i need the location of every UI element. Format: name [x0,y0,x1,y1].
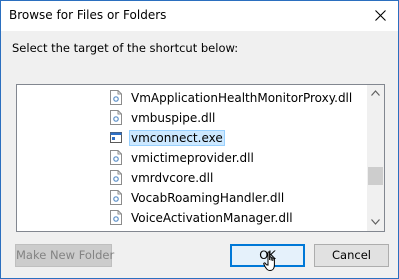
tree-item-label: VmApplicationHealthMonitorProxy.dll [131,90,353,105]
hand-cursor-icon [263,251,275,272]
tree-item[interactable]: VocabRoamingHandler.dll [110,188,286,207]
dialog-title: Browse for Files or Folders [9,8,167,22]
dll-file-icon [110,110,122,125]
scroll-down-button[interactable] [367,214,384,231]
chevron-down-icon [371,219,380,225]
tree-item-label: vmconnect.exe [129,129,225,146]
tree-item[interactable]: vmbuspipe.dll [110,108,217,127]
tree-item-selected[interactable]: vmconnect.exe [110,128,225,147]
folder-tree[interactable]: VmApplicationHealthMonitorProxy.dll vmbu… [16,84,385,232]
dll-file-icon [110,210,122,225]
browse-dialog: Browse for Files or Folders Select the t… [0,0,399,279]
tree-item-label: vmbuspipe.dll [131,110,216,125]
dll-file-icon [110,90,122,105]
vertical-scrollbar[interactable] [367,85,384,231]
dll-file-icon [110,190,122,205]
tree-item[interactable]: vmictimeprovider.dll [110,148,256,167]
tree-item-label: vmictimeprovider.dll [131,150,254,165]
instruction-text: Select the target of the shortcut below: [12,41,239,55]
chevron-up-icon [371,90,380,96]
tree-items: VmApplicationHealthMonitorProxy.dll vmbu… [17,85,368,231]
cancel-button[interactable]: Cancel [314,244,389,267]
dll-file-icon [110,170,122,185]
tree-item[interactable]: VoiceActivationManager.dll [110,208,295,227]
dll-file-icon [110,150,122,165]
close-button[interactable] [364,1,398,31]
exe-file-icon [110,132,122,143]
scroll-up-button[interactable] [367,85,384,102]
tree-item-label: VocabRoamingHandler.dll [131,190,285,205]
scroll-thumb[interactable] [368,167,383,185]
tree-item[interactable]: vmrdvcore.dll [110,168,215,187]
title-bar: Browse for Files or Folders [1,1,398,31]
tree-item-label: VoiceActivationManager.dll [131,210,293,225]
close-icon [375,10,386,21]
tree-item[interactable]: VmApplicationHealthMonitorProxy.dll [110,88,354,107]
make-new-folder-button[interactable]: Make New Folder [15,244,114,267]
tree-item-label: vmrdvcore.dll [131,170,214,185]
